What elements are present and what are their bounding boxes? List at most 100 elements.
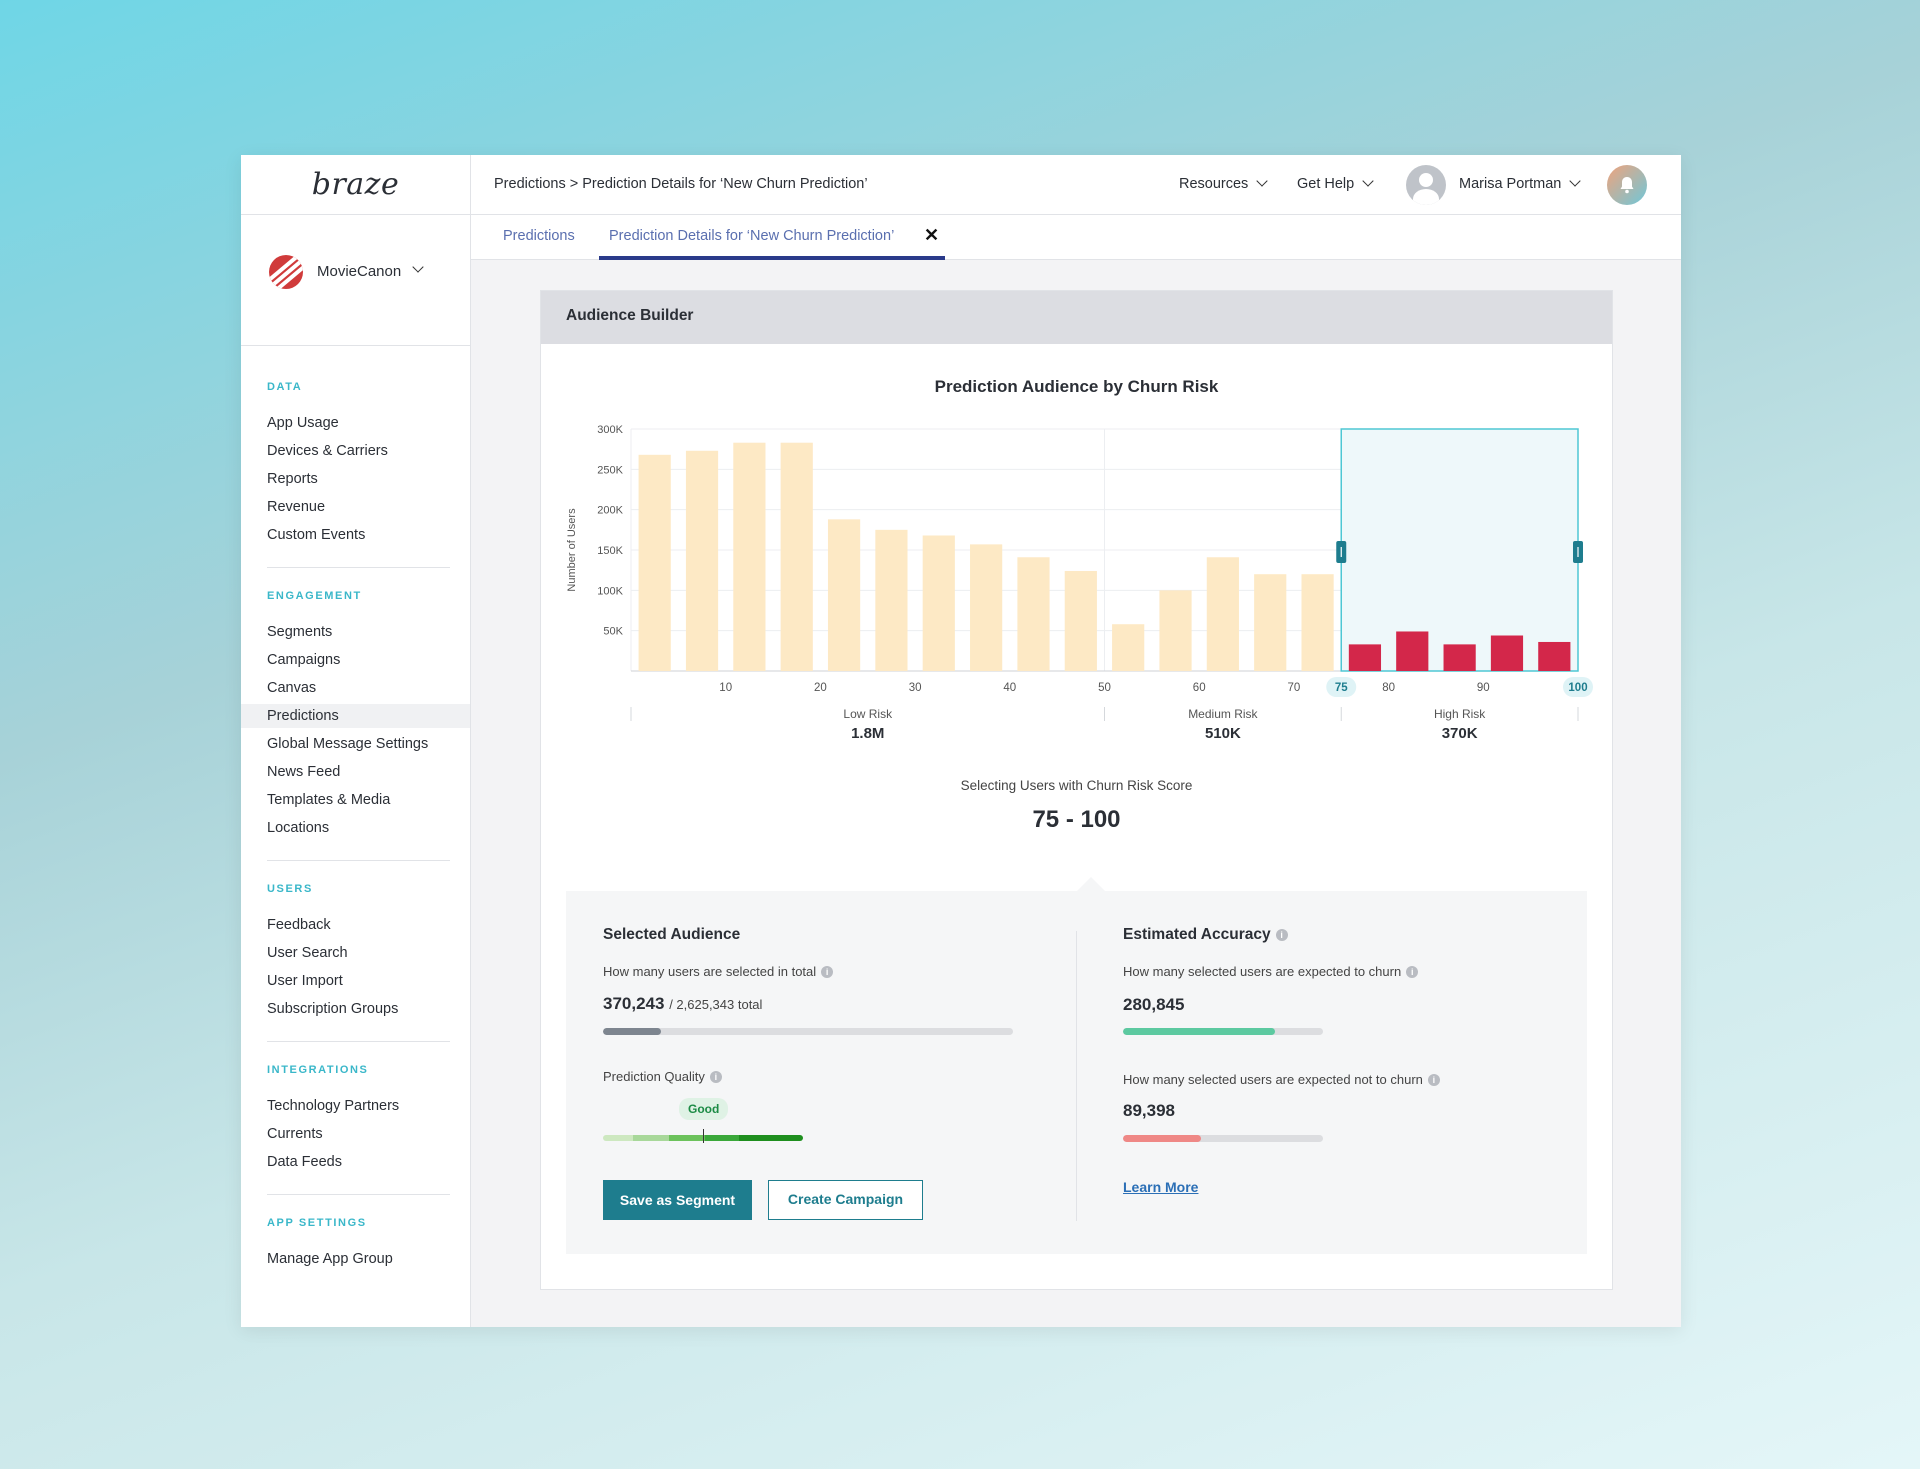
sidebar-item-label: Subscription Groups [267, 1001, 399, 1017]
selection-badge-label: 100 [1568, 682, 1587, 694]
sidebar-item-label: Custom Events [267, 527, 366, 543]
x-tick-label: 50 [1098, 682, 1111, 694]
sidebar-item-label: Templates & Media [267, 792, 391, 808]
selection-range-box [1340, 428, 1579, 672]
x-tick-label: 90 [1477, 682, 1490, 694]
histogram-bar [1490, 635, 1524, 671]
x-tick-label: 10 [719, 682, 732, 694]
sidebar-item-global-message-settings[interactable]: Global Message Settings [267, 730, 470, 758]
risk-group-name: Low Risk [843, 707, 893, 721]
x-tick-label: 20 [814, 682, 827, 694]
not-churn-value: 89,398 [1123, 1101, 1175, 1120]
histogram-bar [827, 519, 861, 671]
estimated-accuracy-title: Estimated Accuracy i [1123, 926, 1288, 944]
sidebar: braze MovieCanon DATA App Usage Devices & … [241, 155, 471, 1327]
active-tab-indicator [599, 256, 945, 260]
histogram-bar [1443, 644, 1476, 671]
sidebar-item-revenue[interactable]: Revenue [267, 493, 470, 521]
estimated-accuracy-text: Estimated Accuracy [1123, 926, 1271, 943]
not-churn-question-text: How many selected users are expected not… [1123, 1072, 1423, 1087]
user-avatar[interactable] [1406, 165, 1446, 205]
panel-divider [1076, 931, 1077, 1221]
churn-question: How many selected users are expected to … [1123, 964, 1419, 979]
sidebar-item-label: Predictions [267, 708, 339, 724]
selected-audience-title: Selected Audience [603, 926, 741, 943]
resources-menu[interactable]: Resources [1179, 175, 1268, 192]
selected-count-value: 370,243 [603, 994, 665, 1013]
selected-count: 370,243 / 2,625,343 total [603, 994, 762, 1014]
histogram-bar [922, 535, 955, 671]
selected-total-question: How many users are selected in total i [603, 964, 834, 979]
sidebar-item-label: Campaigns [267, 652, 341, 668]
close-icon[interactable]: ✕ [924, 225, 939, 246]
sidebar-item-predictions[interactable]: Predictions [241, 702, 470, 730]
sidebar-item-user-search[interactable]: User Search [267, 939, 470, 967]
audience-builder-card: Audience Builder Prediction Audience by … [540, 290, 1613, 1290]
info-icon[interactable]: i [821, 966, 834, 978]
selected-progress-fill [603, 1028, 661, 1035]
sidebar-item-segments[interactable]: Segments [267, 618, 470, 646]
tab-predictions[interactable]: Predictions [503, 228, 575, 244]
logo[interactable]: braze [241, 155, 470, 215]
churn-value: 280,845 [1123, 995, 1185, 1014]
histogram-bar [1301, 574, 1334, 671]
x-tick-label: 70 [1288, 682, 1301, 694]
y-tick-label: 150K [597, 545, 623, 557]
info-icon[interactable]: i [1406, 966, 1419, 978]
sidebar-item-user-import[interactable]: User Import [267, 967, 470, 995]
sidebar-item-label: Technology Partners [267, 1098, 400, 1114]
risk-group-name: High Risk [1434, 707, 1486, 721]
user-menu[interactable]: Marisa Portman [1459, 175, 1582, 192]
nav-section: USERS Feedback User Search User Import Subsc… [241, 861, 470, 1042]
get-help-label: Get Help [1297, 176, 1355, 192]
nav-section: INTEGRATIONS Technology Partners Currents D… [241, 1042, 470, 1195]
tab-prediction-details[interactable]: Prediction Details for ‘New Churn Predic… [609, 228, 894, 244]
churn-progress-bar [1123, 1028, 1323, 1035]
sidebar-item-campaigns[interactable]: Campaigns [267, 646, 470, 674]
sidebar-item-custom-events[interactable]: Custom Events [267, 521, 470, 549]
learn-more-link[interactable]: Learn More [1123, 1179, 1198, 1195]
sidebar-item-app-usage[interactable]: App Usage [267, 409, 470, 437]
nav-section: ENGAGEMENT Segments Campaigns Canvas Predict… [241, 568, 470, 861]
sidebar-item-label: Devices & Carriers [267, 443, 388, 459]
sidebar-item-devices-carriers[interactable]: Devices & Carriers [267, 437, 470, 465]
sidebar-item-label: Feedback [267, 917, 331, 933]
histogram-bar [1112, 624, 1145, 671]
sidebar-item-manage-app-group[interactable]: Manage App Group [267, 1245, 470, 1273]
histogram-bar [1064, 570, 1097, 671]
sidebar-item-currents[interactable]: Currents [267, 1120, 470, 1148]
sidebar-nav: DATA App Usage Devices & Carriers Reports Re… [241, 346, 470, 1273]
sidebar-item-templates-media[interactable]: Templates & Media [267, 786, 470, 814]
create-campaign-button[interactable]: Create Campaign [768, 1180, 923, 1220]
info-icon[interactable]: i [709, 1071, 722, 1083]
histogram-bar [875, 529, 908, 671]
sidebar-item-label: Revenue [267, 499, 326, 515]
info-icon[interactable]: i [1275, 929, 1288, 941]
sidebar-item-subscription-groups[interactable]: Subscription Groups [267, 995, 470, 1023]
y-tick-label: 200K [597, 505, 623, 517]
sidebar-item-news-feed[interactable]: News Feed [267, 758, 470, 786]
sidebar-item-locations[interactable]: Locations [267, 814, 470, 842]
app-switcher[interactable]: MovieCanon [241, 215, 470, 346]
sidebar-item-technology-partners[interactable]: Technology Partners [267, 1092, 470, 1120]
get-help-menu[interactable]: Get Help [1297, 175, 1374, 192]
sidebar-item-data-feeds[interactable]: Data Feeds [267, 1148, 470, 1176]
sidebar-item-label: Data Feeds [267, 1154, 342, 1170]
breadcrumb[interactable]: Predictions > Prediction Details for ‘Ne… [494, 176, 868, 192]
chevron-down-icon [1256, 175, 1268, 187]
histogram-bar [733, 442, 766, 671]
sidebar-item-canvas[interactable]: Canvas [267, 674, 470, 702]
x-tick-label: 30 [909, 682, 922, 694]
save-as-segment-button[interactable]: Save as Segment [603, 1180, 752, 1220]
brand-logo: braze [311, 167, 400, 202]
notification-bell-icon[interactable] [1607, 165, 1647, 205]
info-icon[interactable]: i [1427, 1074, 1440, 1086]
y-axis-label: Number of Users [566, 508, 578, 592]
selected-range: 75 - 100 [1032, 806, 1121, 833]
sidebar-item-reports[interactable]: Reports [267, 465, 470, 493]
chevron-down-icon [1362, 175, 1374, 187]
sidebar-item-label: Reports [267, 471, 318, 487]
sidebar-item-feedback[interactable]: Feedback [267, 911, 470, 939]
not-churn-progress-fill [1123, 1135, 1201, 1142]
histogram-bar [1159, 590, 1192, 671]
